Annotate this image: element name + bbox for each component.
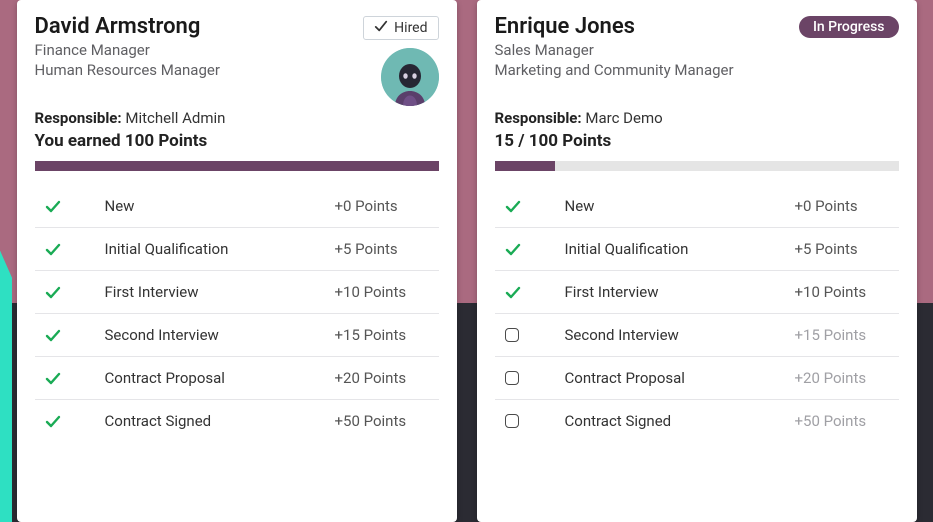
stage-label: New [105, 197, 335, 215]
stage-label: First Interview [565, 283, 795, 301]
stage-row[interactable]: Second Interview +15 Points [35, 313, 439, 356]
progress-bar [495, 161, 899, 171]
stage-points: +0 Points [795, 197, 895, 215]
stage-row[interactable]: Contract Signed +50 Points [35, 399, 439, 442]
stage-label: Contract Proposal [565, 369, 795, 387]
check-icon [505, 284, 565, 300]
stage-points: +15 Points [335, 326, 435, 344]
stage-points: +50 Points [335, 412, 435, 430]
check-icon [45, 284, 105, 300]
check-icon [505, 198, 565, 214]
check-icon [45, 370, 105, 386]
stage-label: Contract Signed [565, 412, 795, 430]
stage-points: +20 Points [335, 369, 435, 387]
stage-list: New +0 Points Initial Qualification +5 P… [35, 185, 439, 442]
checkbox-icon[interactable] [505, 371, 565, 385]
stage-row[interactable]: Contract Signed +50 Points [495, 399, 899, 442]
check-icon [45, 241, 105, 257]
status-label: In Progress [813, 19, 885, 35]
candidate-role: Finance Manager [35, 41, 439, 59]
candidate-role-secondary: Human Resources Manager [35, 61, 439, 79]
stage-label: New [565, 197, 795, 215]
checkbox-icon[interactable] [505, 414, 565, 428]
stage-label: Second Interview [105, 326, 335, 344]
stage-label: First Interview [105, 283, 335, 301]
check-icon [45, 198, 105, 214]
candidate-card[interactable]: David Armstrong Finance Manager Human Re… [17, 0, 457, 522]
stage-label: Contract Proposal [105, 369, 335, 387]
stage-points: +10 Points [795, 283, 895, 301]
stage-points: +20 Points [795, 369, 895, 387]
stage-label: Second Interview [565, 326, 795, 344]
stage-points: +50 Points [795, 412, 895, 430]
stage-points: +0 Points [335, 197, 435, 215]
stage-points: +5 Points [795, 240, 895, 258]
check-icon [45, 327, 105, 343]
responsible-line: Responsible: Marc Demo [495, 109, 899, 127]
stage-points: +5 Points [335, 240, 435, 258]
stage-label: Initial Qualification [105, 240, 335, 258]
progress-bar [35, 161, 439, 171]
candidate-role-secondary: Marketing and Community Manager [495, 61, 899, 79]
stage-row[interactable]: Contract Proposal +20 Points [35, 356, 439, 399]
check-icon [374, 19, 388, 37]
stage-row[interactable]: Contract Proposal +20 Points [495, 356, 899, 399]
stage-list: New +0 Points Initial Qualification +5 P… [495, 185, 899, 442]
progress-fill [495, 161, 556, 171]
candidate-card[interactable]: Enrique Jones Sales Manager Marketing an… [477, 0, 917, 522]
stage-label: Initial Qualification [565, 240, 795, 258]
stage-row[interactable]: New +0 Points [35, 185, 439, 227]
stage-row[interactable]: First Interview +10 Points [495, 270, 899, 313]
progress-fill [35, 161, 439, 171]
checkbox-icon[interactable] [505, 328, 565, 342]
candidate-role: Sales Manager [495, 41, 899, 59]
stage-row[interactable]: Initial Qualification +5 Points [495, 227, 899, 270]
status-badge-hired[interactable]: Hired [363, 16, 438, 40]
points-summary: You earned 100 Points [35, 131, 439, 151]
avatar[interactable] [381, 48, 439, 106]
stage-points: +10 Points [335, 283, 435, 301]
stage-points: +15 Points [795, 326, 895, 344]
points-summary: 15 / 100 Points [495, 131, 899, 151]
check-icon [45, 413, 105, 429]
stage-row[interactable]: Second Interview +15 Points [495, 313, 899, 356]
status-badge-in-progress[interactable]: In Progress [799, 16, 899, 38]
status-label: Hired [394, 20, 427, 36]
stage-label: Contract Signed [105, 412, 335, 430]
stage-row[interactable]: Initial Qualification +5 Points [35, 227, 439, 270]
check-icon [505, 241, 565, 257]
responsible-line: Responsible: Mitchell Admin [35, 109, 439, 127]
stage-row[interactable]: First Interview +10 Points [35, 270, 439, 313]
stage-row[interactable]: New +0 Points [495, 185, 899, 227]
